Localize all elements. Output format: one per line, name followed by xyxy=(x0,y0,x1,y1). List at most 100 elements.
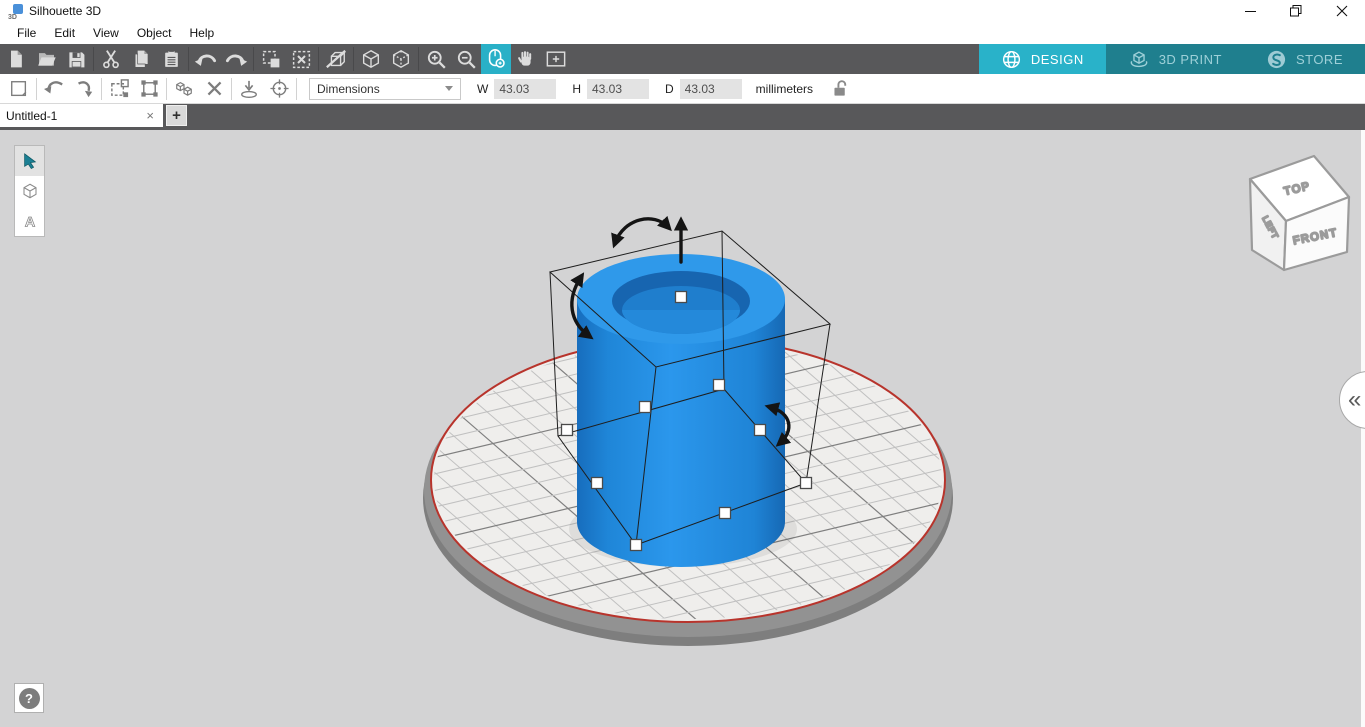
redo-button[interactable] xyxy=(221,44,251,74)
center-on-bed-button[interactable] xyxy=(264,75,294,103)
drag-zoom-button[interactable] xyxy=(481,44,511,74)
collapse-panel-icon: « xyxy=(1348,386,1362,413)
zoom-out-button[interactable] xyxy=(451,44,481,74)
zoom-in-icon xyxy=(427,50,446,69)
redo-icon xyxy=(225,54,248,66)
width-input[interactable] xyxy=(494,78,557,99)
handle-left xyxy=(560,423,574,437)
shapes-tool[interactable] xyxy=(15,176,44,206)
menu-help[interactable]: Help xyxy=(181,24,224,42)
fit-view-icon xyxy=(546,51,566,67)
tab-close-icon[interactable]: × xyxy=(143,108,157,123)
copy-button[interactable] xyxy=(126,44,156,74)
select-all-button[interactable] xyxy=(256,44,286,74)
shaded-cube-icon xyxy=(392,49,410,69)
dimensions-dropdown-label: Dimensions xyxy=(317,81,380,96)
menu-view[interactable]: View xyxy=(84,24,128,42)
height-label: H xyxy=(572,81,581,96)
transform-handles-icon xyxy=(140,80,158,97)
height-input[interactable] xyxy=(587,78,649,99)
open-button[interactable] xyxy=(31,44,61,74)
shapes-cube-icon xyxy=(22,183,37,199)
group-button[interactable] xyxy=(169,75,199,103)
menu-object[interactable]: Object xyxy=(128,24,181,42)
depth-label: D xyxy=(665,81,674,96)
fit-view-button[interactable] xyxy=(541,44,571,74)
add-tab-button[interactable]: + xyxy=(166,105,187,126)
3d-scene: TOP LEFT FRONT xyxy=(423,154,1351,646)
delete-x-icon xyxy=(207,81,221,96)
rotate-y-arrow xyxy=(611,215,672,249)
shaded-view-button[interactable] xyxy=(386,44,416,74)
cut-button[interactable] xyxy=(96,44,126,74)
scale-button[interactable] xyxy=(104,75,134,103)
document-tab[interactable]: Untitled-1 × xyxy=(0,104,163,127)
handle-top-center xyxy=(674,290,688,304)
help-button[interactable]: ? xyxy=(14,683,44,713)
solid-view-button[interactable] xyxy=(321,44,351,74)
deselect-button[interactable] xyxy=(286,44,316,74)
object-toolbar: Dimensions W H D millimeters xyxy=(0,74,1365,104)
drag-zoom-icon xyxy=(488,49,505,68)
menu-edit[interactable]: Edit xyxy=(45,24,84,42)
lock-open-icon xyxy=(834,80,847,96)
handle-back xyxy=(712,378,726,392)
copy-icon xyxy=(134,50,148,68)
3d-text-icon: A xyxy=(24,214,35,230)
design-canvas[interactable]: TOP LEFT FRONT A « ? xyxy=(0,130,1365,727)
save-button[interactable] xyxy=(61,44,91,74)
select-tool[interactable] xyxy=(15,146,44,176)
tab-3d-print[interactable]: 3D PRINT xyxy=(1106,44,1244,74)
save-icon xyxy=(68,51,84,67)
zoom-in-button[interactable] xyxy=(421,44,451,74)
deselect-icon xyxy=(292,50,310,68)
width-label: W xyxy=(477,81,489,96)
handle-front-left xyxy=(590,476,604,490)
tab-design[interactable]: DESIGN xyxy=(978,44,1106,74)
select-all-icon xyxy=(262,50,279,67)
cut-scissors-icon xyxy=(103,50,119,69)
rotate-arrow-icon xyxy=(78,80,93,97)
paste-clipboard-icon xyxy=(164,50,178,67)
restore-button[interactable] xyxy=(1273,0,1319,22)
drop-to-bed-button[interactable] xyxy=(234,75,264,103)
open-folder-icon xyxy=(37,53,56,66)
3d-print-icon xyxy=(1130,50,1148,67)
depth-input[interactable] xyxy=(679,78,742,99)
pan-button[interactable] xyxy=(511,44,541,74)
tab-store[interactable]: STORE xyxy=(1244,44,1365,74)
rectangle-tool-icon xyxy=(11,80,27,96)
view-cube[interactable]: TOP LEFT FRONT xyxy=(1248,154,1351,272)
tab-design-label: DESIGN xyxy=(1030,51,1084,67)
transform-button[interactable] xyxy=(134,75,164,103)
zoom-out-icon xyxy=(457,50,476,69)
units-label: millimeters xyxy=(755,81,814,96)
mode-tabs: DESIGN 3D PRINT STORE xyxy=(978,44,1365,74)
rotate-object-button[interactable] xyxy=(69,75,99,103)
handle-back-left xyxy=(638,400,652,414)
dimensions-dropdown[interactable]: Dimensions xyxy=(309,77,461,100)
drop-to-bed-icon xyxy=(241,80,257,98)
new-document-button[interactable] xyxy=(1,44,31,74)
scale-icon xyxy=(110,79,129,98)
close-button[interactable] xyxy=(1319,0,1365,22)
paste-button[interactable] xyxy=(156,44,186,74)
delete-button[interactable] xyxy=(199,75,229,103)
undo-button[interactable] xyxy=(191,44,221,74)
main-toolbar: DESIGN 3D PRINT STORE xyxy=(0,44,1365,74)
minimize-button[interactable] xyxy=(1227,0,1273,22)
flip-horizontal-button[interactable] xyxy=(39,75,69,103)
solid-view-icon xyxy=(326,49,346,69)
wireframe-view-button[interactable] xyxy=(356,44,386,74)
tab-store-label: STORE xyxy=(1295,51,1343,67)
menu-bar: File Edit View Object Help xyxy=(0,22,1365,44)
menu-file[interactable]: File xyxy=(8,24,45,42)
window-title: Silhouette 3D xyxy=(29,4,102,18)
draw-rectangle-button[interactable] xyxy=(4,75,34,103)
store-logo-icon xyxy=(1267,50,1286,68)
aspect-lock-button[interactable] xyxy=(831,79,849,98)
text-tool[interactable]: A xyxy=(15,206,44,236)
new-document-icon xyxy=(11,50,22,68)
silhouette-3d-window: 3D Silhouette 3D File Edit View Object H… xyxy=(0,0,1365,727)
handle-back-right xyxy=(753,423,767,437)
